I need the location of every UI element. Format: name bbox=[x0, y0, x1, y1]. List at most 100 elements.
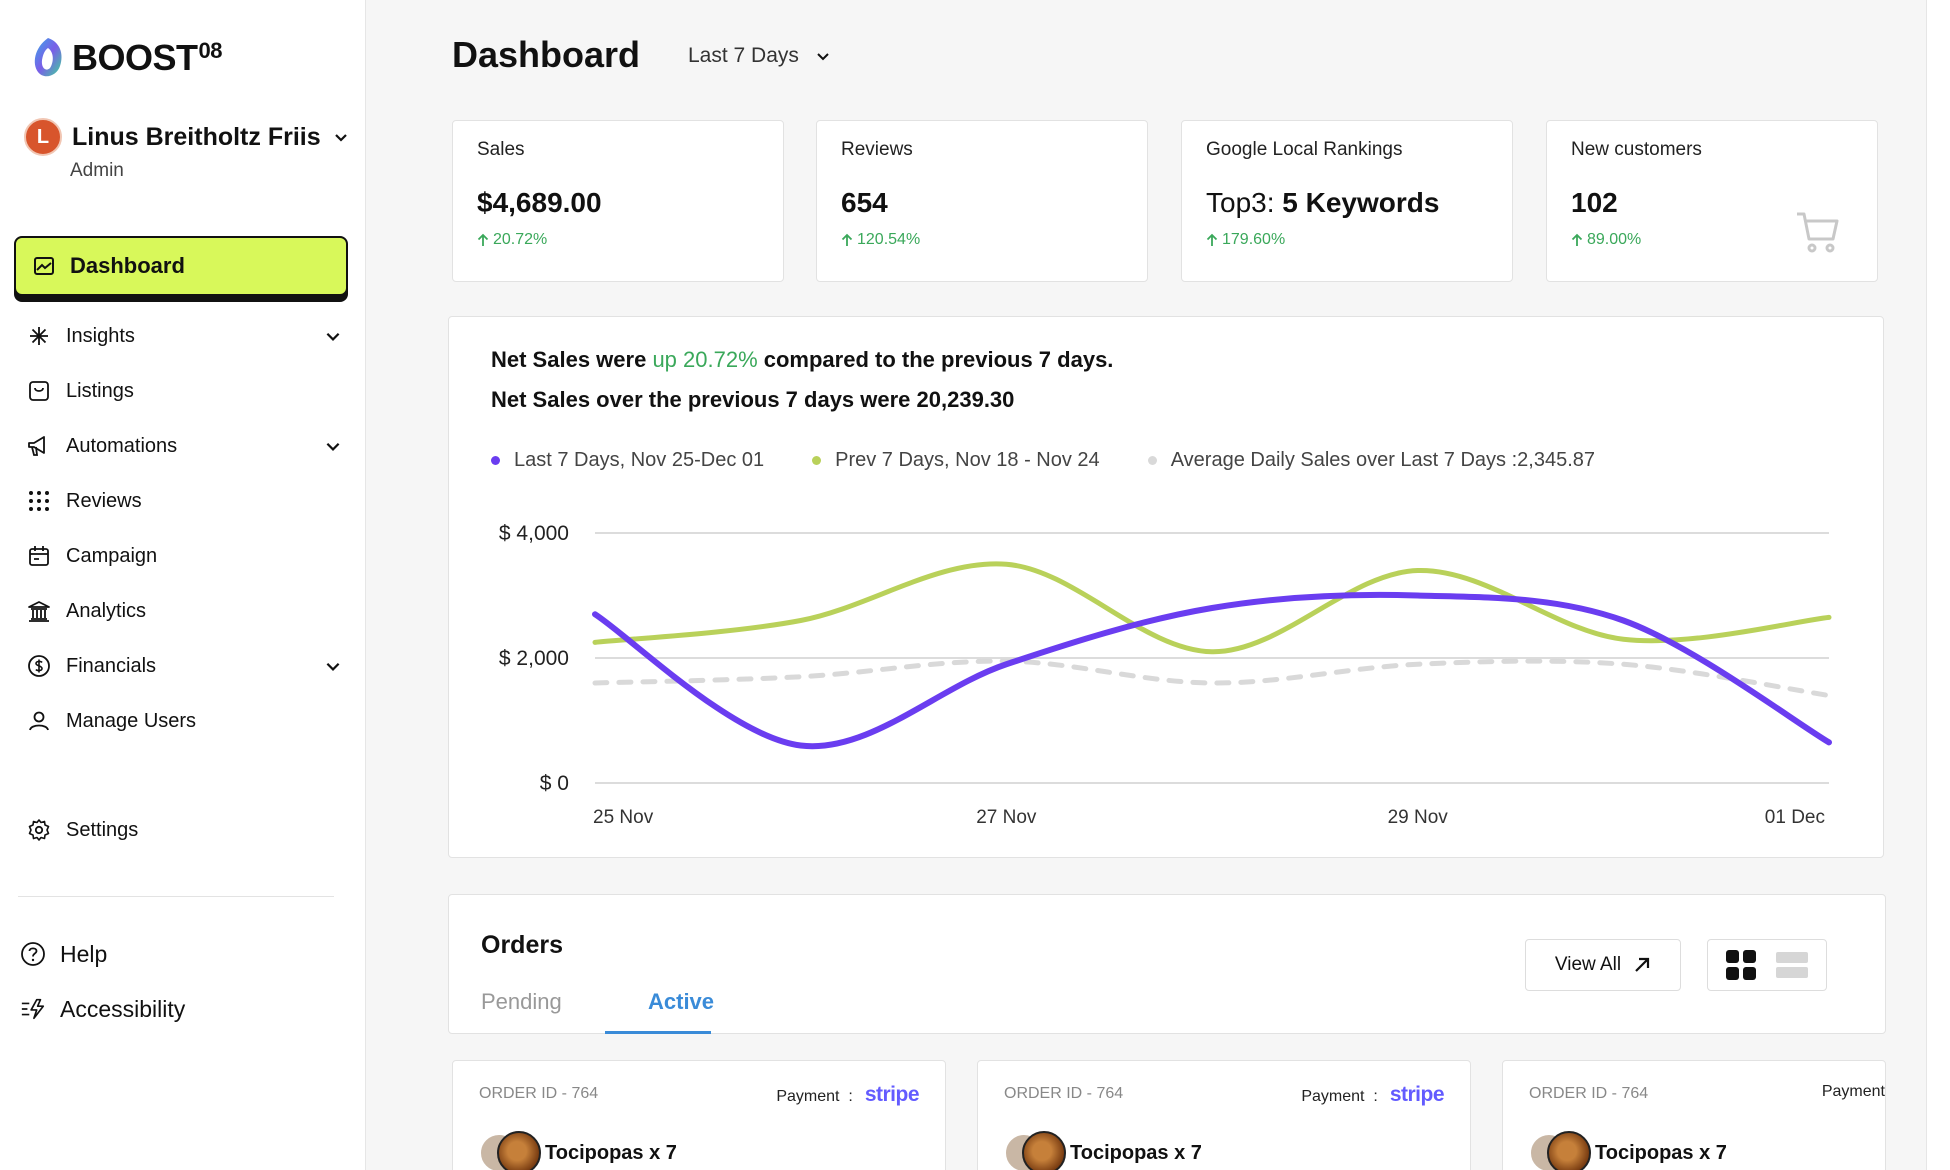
page-title: Dashboard bbox=[452, 34, 641, 75]
payment-label: Payment bbox=[1821, 1083, 1885, 1100]
accessibility-icon bbox=[20, 996, 46, 1022]
stat-value: Top3: 5 Keywords bbox=[1206, 187, 1488, 219]
chevron-down-icon bbox=[326, 332, 340, 341]
y-tick-label: $ 2,000 bbox=[499, 647, 569, 670]
item-name: Tocipopas x 7 bbox=[1595, 1141, 1727, 1164]
user-icon bbox=[26, 708, 52, 734]
payment-label: Payment bbox=[776, 1088, 840, 1105]
avatar: L bbox=[24, 118, 62, 156]
order-card[interactable]: ORDER ID - 764 Payment Tocipopas x 7 bbox=[1502, 1060, 1886, 1170]
stat-change: 120.54% bbox=[841, 231, 1123, 249]
list-view-icon[interactable] bbox=[1775, 950, 1809, 980]
sparkle-icon bbox=[26, 323, 52, 349]
stat-label: Sales bbox=[477, 139, 525, 160]
stat-value-main: 5 Keywords bbox=[1282, 187, 1440, 218]
sidebar-item-automations[interactable]: Automations bbox=[26, 426, 342, 466]
stat-value-prefix: Top3: bbox=[1206, 187, 1275, 218]
food-thumbnail bbox=[1004, 1131, 1066, 1170]
payment-info: Payment : stripe bbox=[776, 1083, 919, 1107]
stat-change: 179.60% bbox=[1206, 231, 1488, 249]
sidebar-item-label: Automations bbox=[66, 434, 178, 457]
sidebar-item-campaign[interactable]: Campaign bbox=[26, 536, 342, 576]
item-name: Tocipopas x 7 bbox=[1070, 1141, 1202, 1164]
sales-chart-card: Net Sales were up 20.72% compared to the… bbox=[448, 316, 1884, 858]
chevron-down-icon bbox=[334, 134, 347, 142]
sidebar-item-label: Listings bbox=[66, 379, 134, 402]
arrow-up-icon bbox=[841, 233, 853, 246]
y-tick-label: $ 4,000 bbox=[499, 522, 569, 545]
y-tick-label: $ 0 bbox=[540, 772, 569, 795]
sidebar-item-settings[interactable]: Settings bbox=[26, 810, 342, 850]
sidebar-divider bbox=[18, 896, 334, 897]
sidebar-item-label: Help bbox=[60, 940, 108, 967]
x-tick-label: 25 Nov bbox=[593, 807, 654, 828]
user-menu[interactable]: L Linus Breitholtz Friis bbox=[24, 118, 349, 156]
arrow-up-icon bbox=[1206, 233, 1218, 246]
order-id: ORDER ID - 764 bbox=[1529, 1085, 1649, 1102]
stat-label: Google Local Rankings bbox=[1206, 139, 1403, 160]
arrow-up-icon bbox=[477, 233, 489, 246]
x-tick-label: 01 Dec bbox=[1765, 807, 1825, 828]
x-tick-label: 27 Nov bbox=[976, 807, 1037, 828]
sidebar-item-reviews[interactable]: Reviews bbox=[26, 481, 342, 521]
grid-view-icon[interactable] bbox=[1725, 949, 1757, 981]
chevron-down-icon bbox=[326, 662, 340, 671]
sidebar-item-manage-users[interactable]: Manage Users bbox=[26, 701, 342, 741]
sidebar-item-label: Financials bbox=[66, 654, 157, 677]
stat-change-value: 20.72% bbox=[493, 231, 548, 248]
payment-info: Payment : stripe bbox=[1301, 1083, 1444, 1107]
brand-name: BOOST08 bbox=[72, 37, 223, 78]
sidebar: BOOST08 L Linus Breitholtz Friis Admin D… bbox=[0, 0, 366, 1170]
sidebar-item-analytics[interactable]: Analytics bbox=[26, 591, 342, 631]
series-line bbox=[592, 658, 1832, 698]
payment-separator: : bbox=[848, 1088, 853, 1105]
cart-icon bbox=[1797, 212, 1839, 253]
gear-icon bbox=[26, 817, 52, 843]
active-tab-indicator bbox=[605, 1031, 711, 1034]
sidebar-item-dashboard[interactable]: Dashboard bbox=[14, 236, 348, 296]
order-id: ORDER ID - 764 bbox=[479, 1085, 599, 1102]
stat-value: 654 bbox=[841, 187, 888, 218]
brand-logo[interactable]: BOOST08 bbox=[30, 36, 223, 80]
stat-label: New customers bbox=[1571, 139, 1702, 160]
boost-logo-icon bbox=[34, 38, 62, 77]
sidebar-item-listings[interactable]: Listings bbox=[26, 371, 342, 411]
arrow-up-icon bbox=[1571, 233, 1583, 246]
tab-pending[interactable]: Pending bbox=[481, 989, 562, 1015]
food-thumbnail bbox=[479, 1131, 541, 1170]
payment-label: Payment bbox=[1301, 1088, 1365, 1105]
sidebar-item-label: Dashboard bbox=[70, 253, 185, 278]
view-all-button[interactable]: View All bbox=[1525, 939, 1681, 991]
sidebar-item-label: Settings bbox=[66, 818, 139, 841]
stat-card-sales: Sales $4,689.00 20.72% bbox=[452, 120, 784, 282]
order-card[interactable]: ORDER ID - 764 Payment : stripe Tocipopas… bbox=[452, 1060, 946, 1170]
view-toggle bbox=[1707, 939, 1827, 991]
orders-card: Orders Pending Active View All bbox=[448, 894, 1886, 1034]
sidebar-item-financials[interactable]: Financials bbox=[26, 646, 342, 686]
dashboard-icon bbox=[34, 257, 54, 275]
orders-title: Orders bbox=[481, 931, 563, 959]
order-item: Tocipopas x 7 bbox=[479, 1131, 677, 1170]
sidebar-item-label: Analytics bbox=[66, 599, 147, 622]
sidebar-item-label: Manage Users bbox=[66, 709, 197, 732]
item-name: Tocipopas x 7 bbox=[545, 1141, 677, 1164]
stat-label: Reviews bbox=[841, 139, 913, 160]
sidebar-item-label: Campaign bbox=[66, 544, 158, 567]
order-card[interactable]: ORDER ID - 764 Payment : stripe Tocipopas… bbox=[977, 1060, 1471, 1170]
sidebar-item-help[interactable]: Help bbox=[20, 934, 336, 974]
payment-separator: : bbox=[1373, 1088, 1378, 1105]
date-range-dropdown[interactable]: Last 7 Days bbox=[688, 44, 831, 68]
megaphone-icon bbox=[26, 433, 52, 459]
chevron-down-icon bbox=[326, 442, 340, 451]
sidebar-item-accessibility[interactable]: Accessibility bbox=[20, 989, 336, 1029]
tab-active[interactable]: Active bbox=[627, 989, 735, 1015]
sidebar-item-label: Insights bbox=[66, 324, 135, 347]
sidebar-item-insights[interactable]: Insights bbox=[26, 316, 342, 356]
stripe-logo: stripe bbox=[864, 1083, 920, 1106]
stat-card-new-customers: New customers 102 89.00% bbox=[1546, 120, 1878, 282]
help-icon bbox=[20, 941, 46, 967]
stat-change-value: 89.00% bbox=[1587, 231, 1642, 248]
x-tick-label: 29 Nov bbox=[1388, 807, 1449, 828]
chevron-down-icon bbox=[817, 53, 829, 61]
stat-card-google-rankings: Google Local Rankings Top3: 5 Keywords 1… bbox=[1181, 120, 1513, 282]
